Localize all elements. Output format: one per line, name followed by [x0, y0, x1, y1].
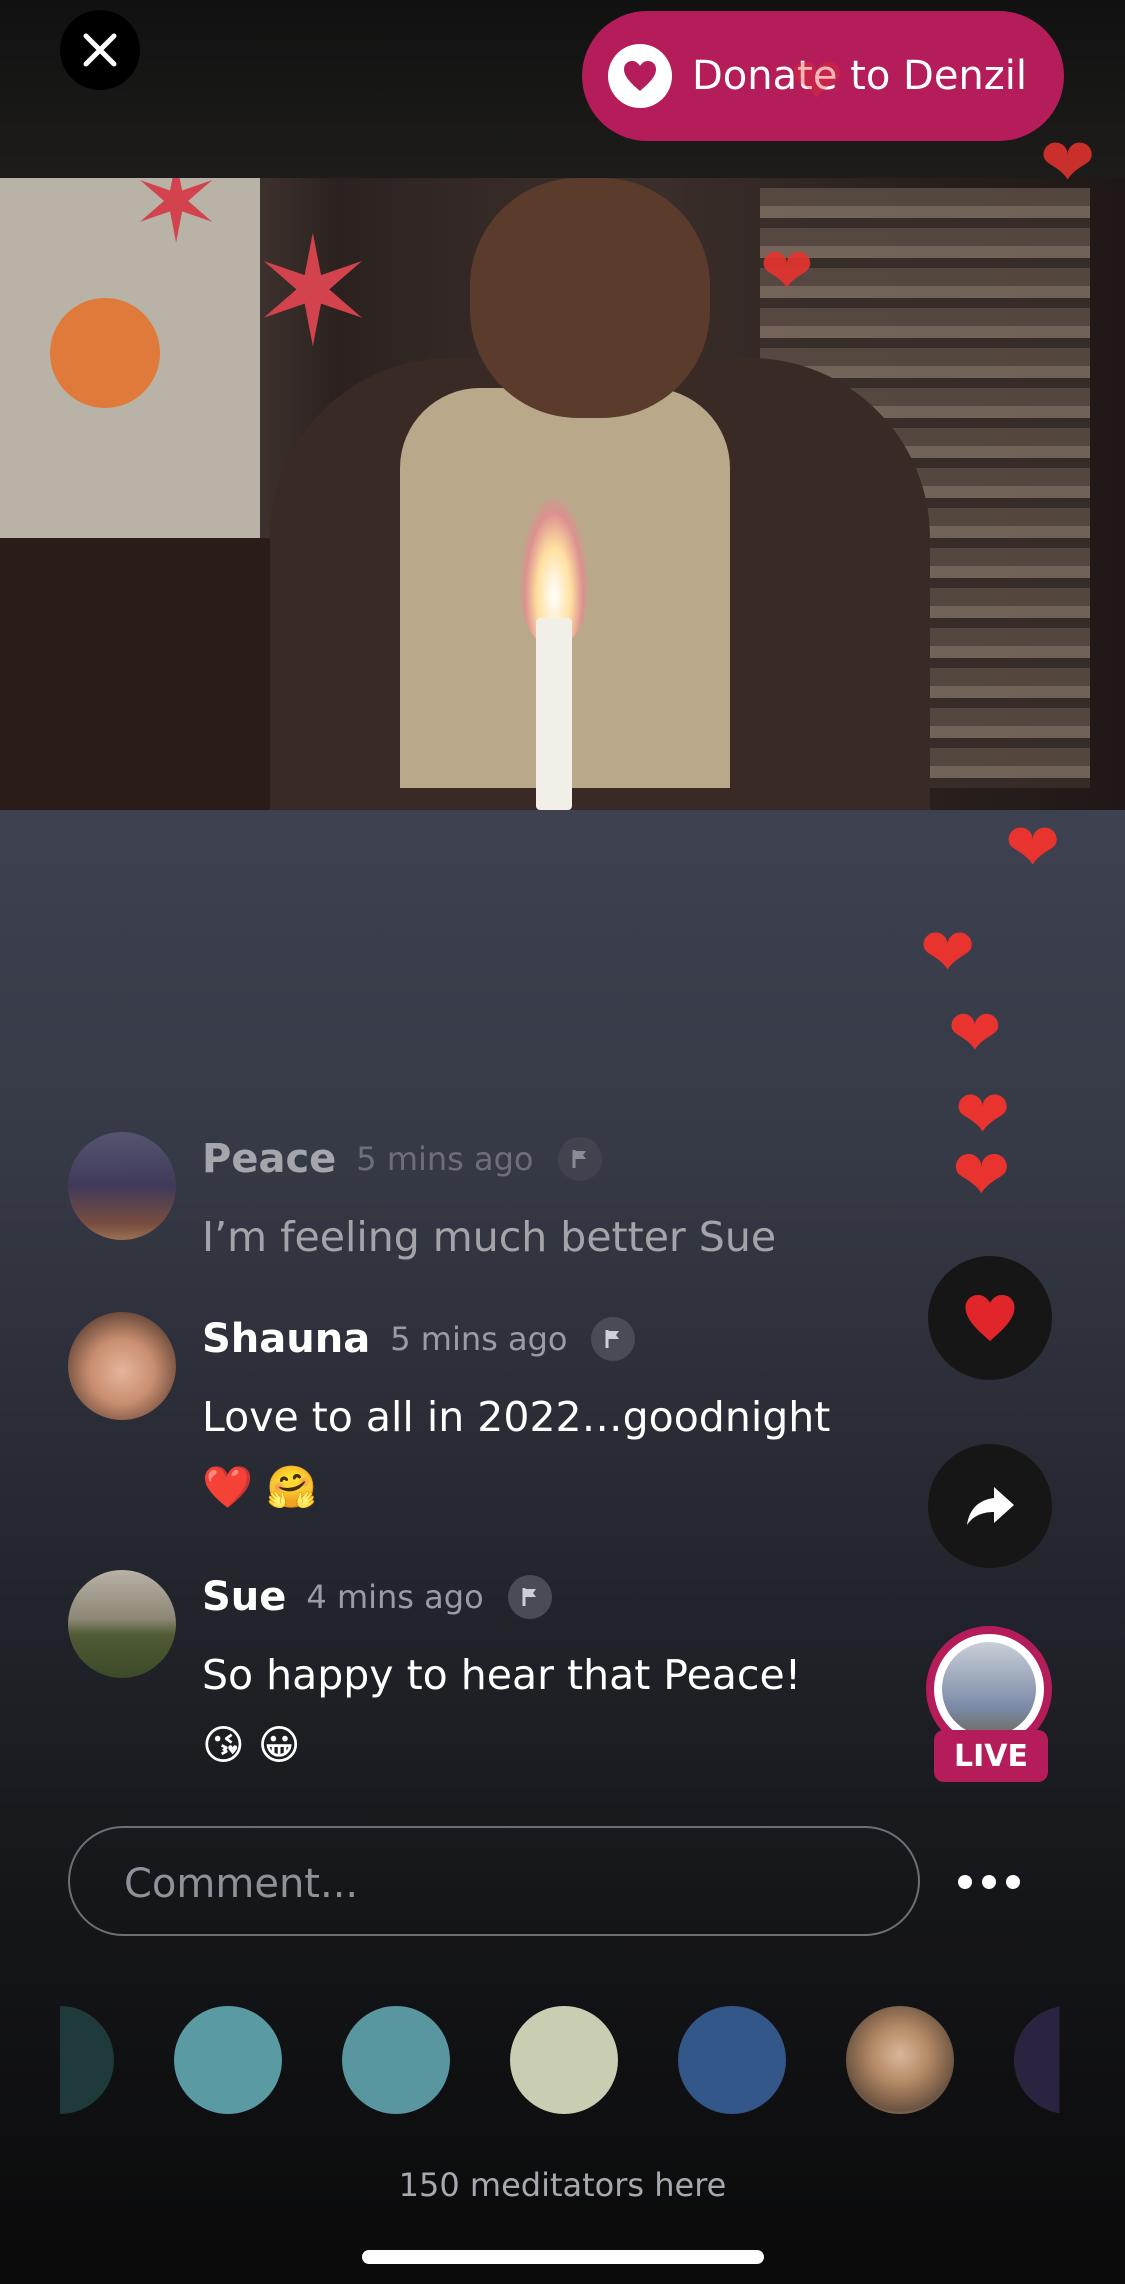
live-video[interactable]: ✶ ✶ [0, 178, 1125, 810]
more-icon [958, 1875, 972, 1889]
avatar [942, 1642, 1036, 1736]
meditator-avatar[interactable] [846, 2006, 954, 2114]
candle [536, 618, 572, 810]
comment-text: So happy to hear that Peace! 😘 😀 [202, 1640, 942, 1780]
comment-emoji: ❤️ 🤗 [202, 1463, 318, 1511]
comment-text: Love to all in 2022…goodnight ❤️ 🤗 [202, 1382, 942, 1522]
comment-input[interactable] [122, 1848, 866, 1920]
meditator-avatar[interactable] [678, 2006, 786, 2114]
avatar[interactable] [68, 1312, 176, 1420]
avatar[interactable] [68, 1570, 176, 1678]
flag-button[interactable] [507, 1575, 552, 1619]
flag-icon [572, 1150, 586, 1168]
heart-icon [608, 44, 672, 108]
comment-author: Peace [202, 1136, 337, 1182]
home-indicator[interactable] [362, 2250, 764, 2264]
flag-button[interactable] [591, 1317, 636, 1361]
meditators-count: 150 meditators here [398, 2166, 727, 2204]
meditator-avatar[interactable] [60, 2006, 114, 2114]
comment-time: 5 mins ago [356, 1140, 534, 1178]
meditator-avatar[interactable] [1014, 2006, 1060, 2114]
more-button[interactable] [958, 1860, 1020, 1904]
heart-icon: ❤ [790, 45, 844, 119]
flag-button[interactable] [557, 1137, 602, 1181]
comment-text: I’m feeling much better Sue [202, 1213, 777, 1261]
comment-author: Shauna [202, 1316, 371, 1362]
flag-icon [605, 1330, 620, 1348]
heart-icon: ❤ [760, 235, 814, 309]
donate-label: Donate to Denzil [692, 53, 1027, 99]
comment-emoji: 😘 😀 [202, 1721, 301, 1769]
comment-time: 4 mins ago [306, 1578, 484, 1616]
meditator-avatar[interactable] [342, 2006, 450, 2114]
heart-icon: ❤ [952, 1134, 1011, 1216]
close-icon [83, 33, 117, 67]
heart-icon [965, 1295, 1015, 1341]
host-live-avatar[interactable]: LIVE [926, 1626, 1056, 1786]
heart-icon: ❤ [948, 997, 1002, 1071]
heart-icon: ❤ [920, 914, 976, 991]
meditator-avatar[interactable] [510, 2006, 618, 2114]
share-button[interactable] [928, 1444, 1052, 1568]
heart-icon: ❤ [1040, 124, 1096, 201]
close-button[interactable] [60, 10, 140, 90]
flag-icon [522, 1588, 536, 1606]
meditator-avatar[interactable] [174, 2006, 282, 2114]
send-heart-button[interactable] [928, 1256, 1052, 1380]
heart-icon: ❤ [1005, 809, 1061, 886]
comment-author: Sue [202, 1574, 287, 1620]
comment-field[interactable] [68, 1826, 920, 1936]
comment-time: 5 mins ago [390, 1320, 568, 1358]
avatar[interactable] [68, 1132, 176, 1240]
live-badge: LIVE [934, 1730, 1048, 1782]
share-icon [967, 1487, 1014, 1525]
